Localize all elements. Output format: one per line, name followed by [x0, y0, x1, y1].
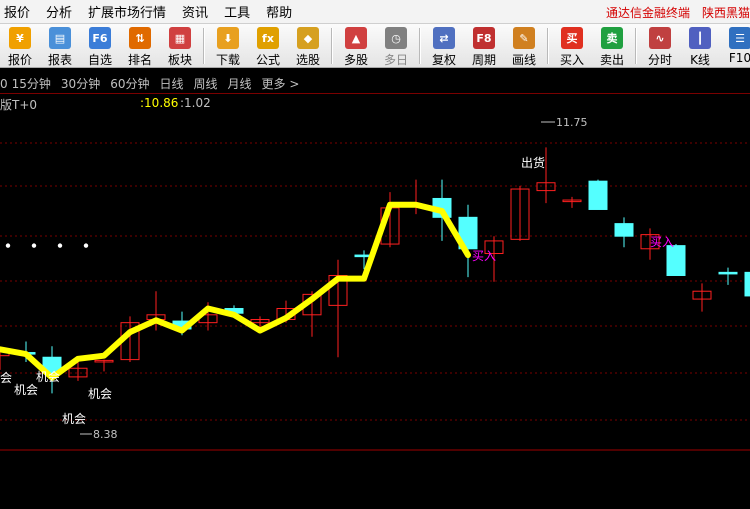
buy-signal-label-2: 买入 [650, 235, 674, 249]
candle-down [614, 223, 634, 237]
signal-dot [83, 243, 89, 248]
opportunity-label-4: 机会 [62, 412, 86, 426]
trend-line-layer [0, 201, 471, 381]
signal-dot [57, 243, 63, 248]
signal-dot [31, 243, 37, 248]
opportunity-label-1: 机会 [36, 370, 60, 384]
sell-signal-label: 出货 [521, 155, 545, 170]
high-price-label: 11.75 [556, 116, 588, 129]
signal-dot [5, 243, 11, 248]
candles-layer [0, 147, 750, 394]
candle-down [588, 180, 608, 210]
buy-signal-label-1: 买入 [472, 249, 496, 263]
kline-chart[interactable]: 11.75 8.38 机会 机会 机会 机会 会 买入 买入 出货 [0, 0, 750, 509]
chart-grid [0, 142, 750, 451]
trend-line [0, 201, 471, 381]
opportunity-label-2: 机会 [14, 383, 38, 397]
edge-label: 会 [0, 371, 12, 385]
candle-down [666, 245, 686, 276]
candle-down [718, 271, 738, 275]
low-price-label: 8.38 [93, 428, 118, 441]
app-window: { "menu": { "items": ["报价", "分析", "扩展市场行… [0, 0, 750, 509]
candle-down [744, 271, 750, 297]
opportunity-label-3: 机会 [88, 387, 112, 401]
dots-layer [5, 243, 89, 248]
